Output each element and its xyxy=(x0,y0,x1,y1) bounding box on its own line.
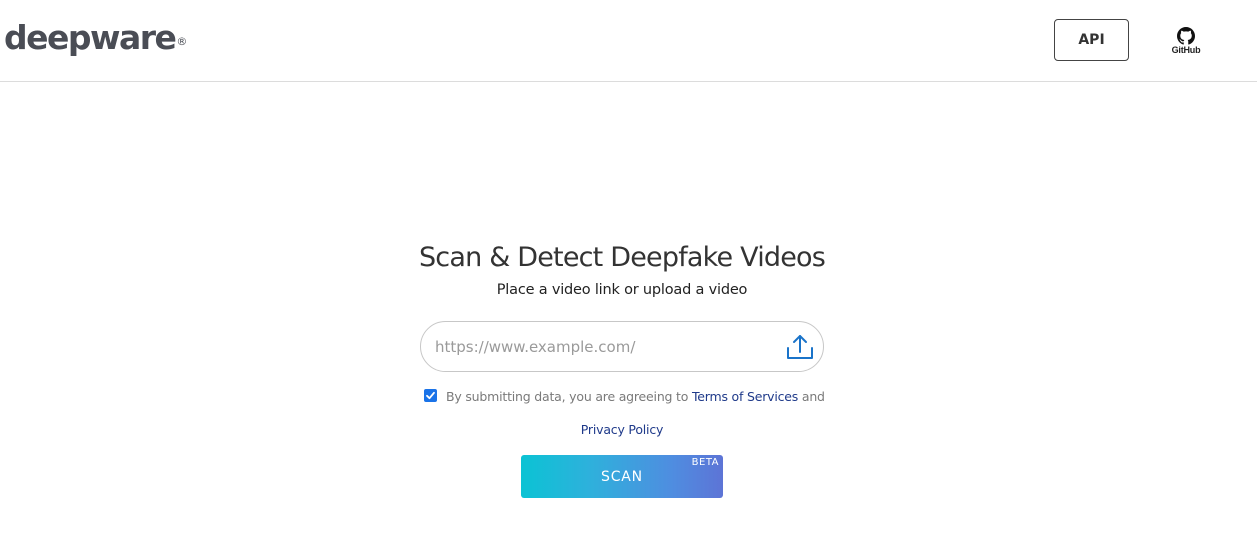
scan-button[interactable]: SCAN BETA xyxy=(521,455,723,498)
github-link[interactable]: GitHub xyxy=(1166,27,1206,59)
upload-icon[interactable] xyxy=(785,332,815,362)
page-title: Scan & Detect Deepfake Videos xyxy=(418,242,826,273)
video-url-input[interactable] xyxy=(435,334,775,360)
logo-text: deepware xyxy=(4,18,177,57)
agreement-text: By submitting data, you are agreeing to … xyxy=(446,387,825,407)
agreement-suffix: and xyxy=(798,389,825,404)
github-label: GitHub xyxy=(1171,45,1201,55)
page-subtitle: Place a video link or upload a video xyxy=(496,282,748,298)
github-icon xyxy=(1166,27,1206,45)
site-header: deepware® API GitHub xyxy=(0,0,1257,82)
registered-mark: ® xyxy=(176,35,188,48)
terms-agreement: By submitting data, you are agreeing to … xyxy=(424,387,844,407)
privacy-policy-link[interactable]: Privacy Policy xyxy=(581,422,664,437)
privacy-row: Privacy Policy xyxy=(0,420,1244,440)
agreement-prefix: By submitting data, you are agreeing to xyxy=(446,389,692,404)
agree-checkbox[interactable] xyxy=(424,389,437,402)
deepware-logo[interactable]: deepware® xyxy=(4,16,187,60)
api-button[interactable]: API xyxy=(1054,19,1129,61)
beta-badge: BETA xyxy=(691,457,719,468)
terms-of-services-link[interactable]: Terms of Services xyxy=(692,389,798,404)
url-input-container xyxy=(420,321,824,372)
